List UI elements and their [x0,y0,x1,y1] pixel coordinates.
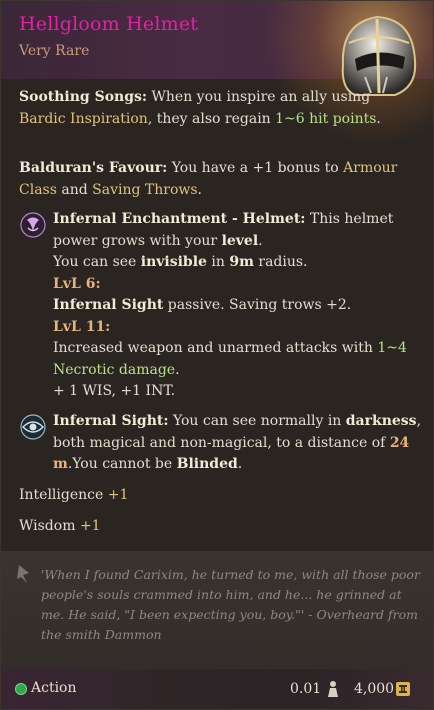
enchant-line-2: You can see invisible in 9m radius. [53,252,421,274]
infernal-enchantment-passive: Infernal Enchantment - Helmet: This helm… [53,209,421,403]
weight-value: 0.01 [290,681,322,697]
enchant-text-8: . [175,361,180,378]
infernal-sight-title: Infernal Sight: [53,413,169,429]
price-value: 4,000 [354,681,395,697]
enchant-text-3: You can see [53,254,141,270]
darkness-keyword: darkness [345,413,417,429]
infernal-enchantment-icon [20,212,46,238]
flavor-text-panel: 'When I found Carixim, he turned to me, … [1,551,433,669]
flavor-text: 'When I found Carixim, he turned to me, … [41,567,420,642]
infernal-sight-keyword: Infernal Sight [53,297,164,313]
bardic-inspiration-link[interactable]: Bardic Inspiration [19,111,148,127]
action-dot-icon [15,683,27,695]
enchant-text-6: passive. Saving trows +2. [163,297,352,313]
enchant-line-3: Infernal Sight passive. Saving trows +2. [53,295,421,317]
action-label: Action [31,680,77,696]
quill-icon [17,565,29,583]
tooltip-footer: Action 0.01 4,000 [1,669,433,709]
stat-value: +1 [79,518,101,534]
stat-name: Wisdom [19,518,76,534]
soothing-songs-title: Soothing Songs: [19,89,148,105]
favour-text-2: and [56,181,93,198]
enchant-text-4: in [206,254,230,270]
weight-icon [328,681,338,697]
item-name: Hellgloom Helmet [19,13,199,35]
sight-text-1: You can see normally in [168,413,346,429]
enchant-text-2: . [258,232,263,249]
favour-text-3: . [197,181,202,198]
lvl11-label: LvL 11: [53,318,111,335]
item-rarity: Very Rare [19,43,90,59]
tooltip-header: Hellgloom Helmet Very Rare [1,1,433,141]
soothing-text-1: When you inspire an ally using [147,89,371,105]
infernal-enchantment-title: Infernal Enchantment - Helmet: [53,211,306,227]
soothing-songs-passive: Soothing Songs: When you inspire an ally… [19,87,415,130]
gold-coin-icon [396,682,410,696]
balduran-favour-passive: Balduran's Favour: You have a +1 bonus t… [19,158,415,201]
blinded-keyword: Blinded [176,456,238,472]
infernal-sight-icon [20,414,46,440]
favour-text-1: You have a +1 bonus to [167,160,344,176]
lvl6-label: LvL 6: [53,275,101,292]
item-tooltip: Hellgloom Helmet Very Rare Soothing Song… [0,0,434,710]
enchant-line-4: Increased weapon and unarmed attacks wit… [53,338,421,381]
infernal-sight-passive: Infernal Sight: You can see normally in … [53,411,421,476]
enchant-stats-line: + 1 WIS, +1 INT. [53,383,176,399]
stat-value: +1 [107,487,129,503]
stat-name: Intelligence [19,487,104,503]
heal-amount: 1~6 hit points [275,110,377,127]
enchant-line-1: Infernal Enchantment - Helmet: This helm… [53,209,421,252]
enchant-text-7: Increased weapon and unarmed attacks wit… [53,340,378,356]
level-keyword: level [221,232,259,249]
soothing-text-2: , they also regain [147,110,276,127]
sight-text-3: .You cannot be [67,456,177,472]
radius-value: 9m [229,254,254,270]
saving-throws-link[interactable]: Saving Throws [92,182,197,198]
invisible-keyword: invisible [140,254,207,270]
enchant-text-5: radius. [253,254,308,270]
stat-intelligence: Intelligence +1 [19,487,128,503]
balduran-favour-title: Balduran's Favour: [19,160,168,176]
sight-text-4: . [237,456,243,472]
stat-wisdom: Wisdom +1 [19,518,101,534]
soothing-text-3: . [376,110,381,127]
